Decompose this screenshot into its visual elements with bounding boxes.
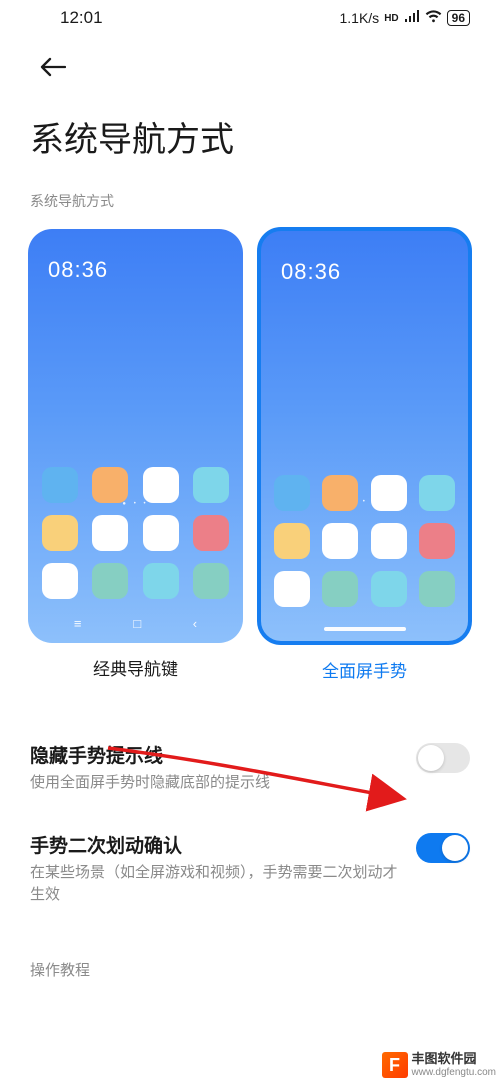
watermark: F 丰图软件园 www.dgfengtu.com (382, 1052, 497, 1078)
app-icon (274, 523, 310, 559)
setting-text: 隐藏手势提示线 使用全面屏手势时隐藏底部的提示线 (30, 741, 416, 794)
gesture-preview: 08:36 ● • • (257, 227, 472, 645)
section-label: 系统导航方式 (0, 173, 500, 221)
app-icon (193, 563, 229, 599)
back-button[interactable] (0, 32, 500, 94)
app-icon (42, 515, 78, 551)
back-icon: ‹ (193, 616, 197, 631)
toggle-hide-hint-line[interactable] (416, 743, 470, 773)
app-icon (92, 515, 128, 551)
app-icon (143, 563, 179, 599)
app-icon (274, 571, 310, 607)
app-icon (92, 467, 128, 503)
setting-text: 手势二次划动确认 在某些场景（如全屏游戏和视频），手势需要二次划动才生效 (30, 831, 416, 906)
gesture-hint-line (324, 627, 406, 631)
signal-icon (404, 10, 420, 26)
toggle-double-swipe-confirm[interactable] (416, 833, 470, 863)
app-icon (92, 563, 128, 599)
app-icon (274, 475, 310, 511)
page-title: 系统导航方式 (0, 94, 500, 173)
legacy-nav-bar: ≡ □ ‹ (28, 606, 243, 643)
app-icon (419, 571, 455, 607)
status-right: 1.1K/s HD 96 (339, 10, 470, 26)
hd-indicator: HD (384, 13, 398, 24)
app-icon (419, 523, 455, 559)
battery-indicator: 96 (447, 10, 470, 26)
setting-title: 隐藏手势提示线 (30, 741, 402, 768)
app-icon (371, 523, 407, 559)
preview-time: 08:36 (261, 231, 468, 285)
nav-option-gesture[interactable]: 08:36 ● • • 全面屏手势 (257, 227, 472, 690)
nav-option-legacy[interactable]: 08:36 ● • • ≡ □ ‹ 经典导航键 (28, 227, 243, 690)
toggle-knob (442, 835, 468, 861)
home-icon: □ (133, 616, 141, 631)
gesture-label: 全面屏手势 (322, 645, 407, 690)
toggle-knob (418, 745, 444, 771)
app-icon (193, 467, 229, 503)
setting-hide-hint-line: 隐藏手势提示线 使用全面屏手势时隐藏底部的提示线 (0, 720, 500, 810)
legacy-preview: 08:36 ● • • ≡ □ ‹ (28, 229, 243, 643)
app-icon (322, 475, 358, 511)
status-time: 12:01 (60, 8, 103, 28)
status-bar: 12:01 1.1K/s HD 96 (0, 0, 500, 32)
recents-icon: ≡ (74, 616, 82, 631)
app-icon (419, 475, 455, 511)
watermark-url: www.dgfengtu.com (412, 1067, 497, 1078)
nav-style-options: 08:36 ● • • ≡ □ ‹ 经典导航键 (0, 221, 500, 690)
legacy-label: 经典导航键 (93, 643, 178, 688)
setting-title: 手势二次划动确认 (30, 831, 402, 858)
setting-desc: 在某些场景（如全屏游戏和视频），手势需要二次划动才生效 (30, 862, 402, 906)
app-icon (371, 571, 407, 607)
app-icon (42, 563, 78, 599)
app-icon (322, 523, 358, 559)
setting-desc: 使用全面屏手势时隐藏底部的提示线 (30, 772, 402, 794)
app-icon (143, 467, 179, 503)
setting-double-swipe-confirm: 手势二次划动确认 在某些场景（如全屏游戏和视频），手势需要二次划动才生效 (0, 810, 500, 922)
preview-icon-grid (261, 475, 468, 607)
tutorial-section-label: 操作教程 (0, 921, 500, 990)
watermark-logo: F (382, 1052, 408, 1078)
watermark-name: 丰图软件园 (412, 1052, 497, 1066)
preview-time: 08:36 (28, 229, 243, 283)
wifi-icon (425, 10, 442, 26)
app-icon (42, 467, 78, 503)
app-icon (143, 515, 179, 551)
app-icon (322, 571, 358, 607)
app-icon (371, 475, 407, 511)
network-speed: 1.1K/s (339, 10, 379, 26)
app-icon (193, 515, 229, 551)
preview-icon-grid (28, 467, 243, 599)
